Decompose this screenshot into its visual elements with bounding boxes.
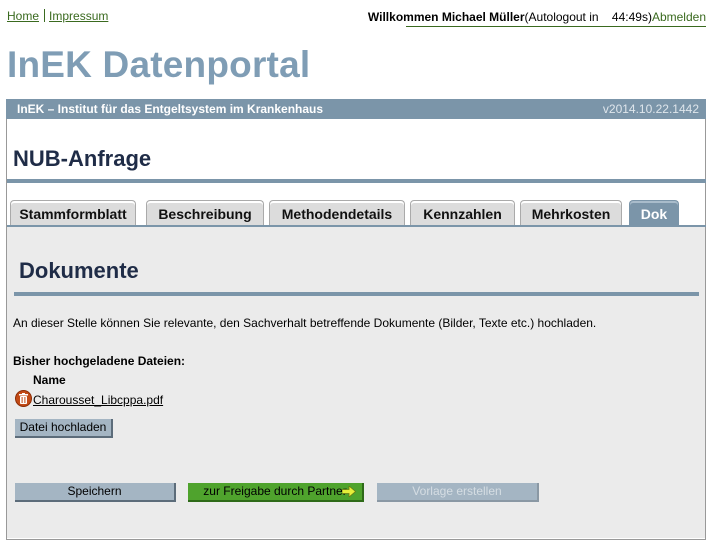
impressum-link[interactable]: Impressum	[49, 9, 108, 23]
portal-title: InEK Datenportal	[7, 44, 311, 85]
tab-stammformblatt[interactable]: Stammformblatt	[10, 200, 136, 226]
link-separator	[44, 9, 46, 22]
top-links: Home Impressum	[7, 9, 108, 23]
tab-mehrkosten[interactable]: Mehrkosten	[520, 200, 622, 226]
autologout-text: (Autologout in	[524, 10, 599, 24]
upload-file-button[interactable]: Datei hochladen	[15, 419, 113, 438]
delete-file-icon[interactable]	[15, 390, 32, 407]
page-title: NUB-Anfrage	[13, 146, 152, 171]
autologout-timer: 44:49s)	[611, 10, 652, 24]
arrow-right-icon	[342, 486, 356, 497]
create-template-button[interactable]: Vorlage erstellen	[377, 483, 539, 502]
institute-name: InEK – Institut für das Entgeltsystem im…	[17, 102, 324, 116]
version-label: v2014.10.22.1442	[602, 102, 699, 116]
institute-bar: InEK – Institut für das Entgeltsystem im…	[6, 99, 706, 119]
top-bar: Home Impressum Willkommen Michael Müller(…	[0, 0, 712, 28]
tab-divider	[7, 225, 706, 227]
save-button[interactable]: Speichern	[15, 483, 176, 502]
uploaded-files-label: Bisher hochgeladene Dateien:	[13, 354, 186, 368]
header-underline	[406, 26, 706, 27]
section-title: Dokumente	[19, 258, 139, 283]
home-link[interactable]: Home	[7, 9, 39, 23]
section-divider	[14, 292, 699, 296]
tab-kennzahlen[interactable]: Kennzahlen	[410, 200, 515, 226]
title-divider	[7, 179, 706, 183]
name-column-header: Name	[33, 373, 66, 387]
tab-methodendetails[interactable]: Methodendetails	[269, 200, 405, 226]
tab-beschreibung[interactable]: Beschreibung	[146, 200, 264, 226]
welcome-text: Willkommen Michael Müller	[367, 10, 525, 24]
logout-link[interactable]: Abmelden	[652, 10, 706, 24]
tab-dok[interactable]: Dok	[629, 200, 679, 226]
file-link[interactable]: Charousset_Libcppa.pdf	[33, 393, 163, 407]
release-button-label: zur Freigabe durch Partner	[203, 484, 347, 498]
user-info: Willkommen Michael Müller(Autologout in …	[367, 10, 706, 27]
intro-text: An dieser Stelle können Sie relevante, d…	[13, 316, 597, 330]
release-to-partner-button[interactable]: zur Freigabe durch Partner	[188, 483, 364, 502]
